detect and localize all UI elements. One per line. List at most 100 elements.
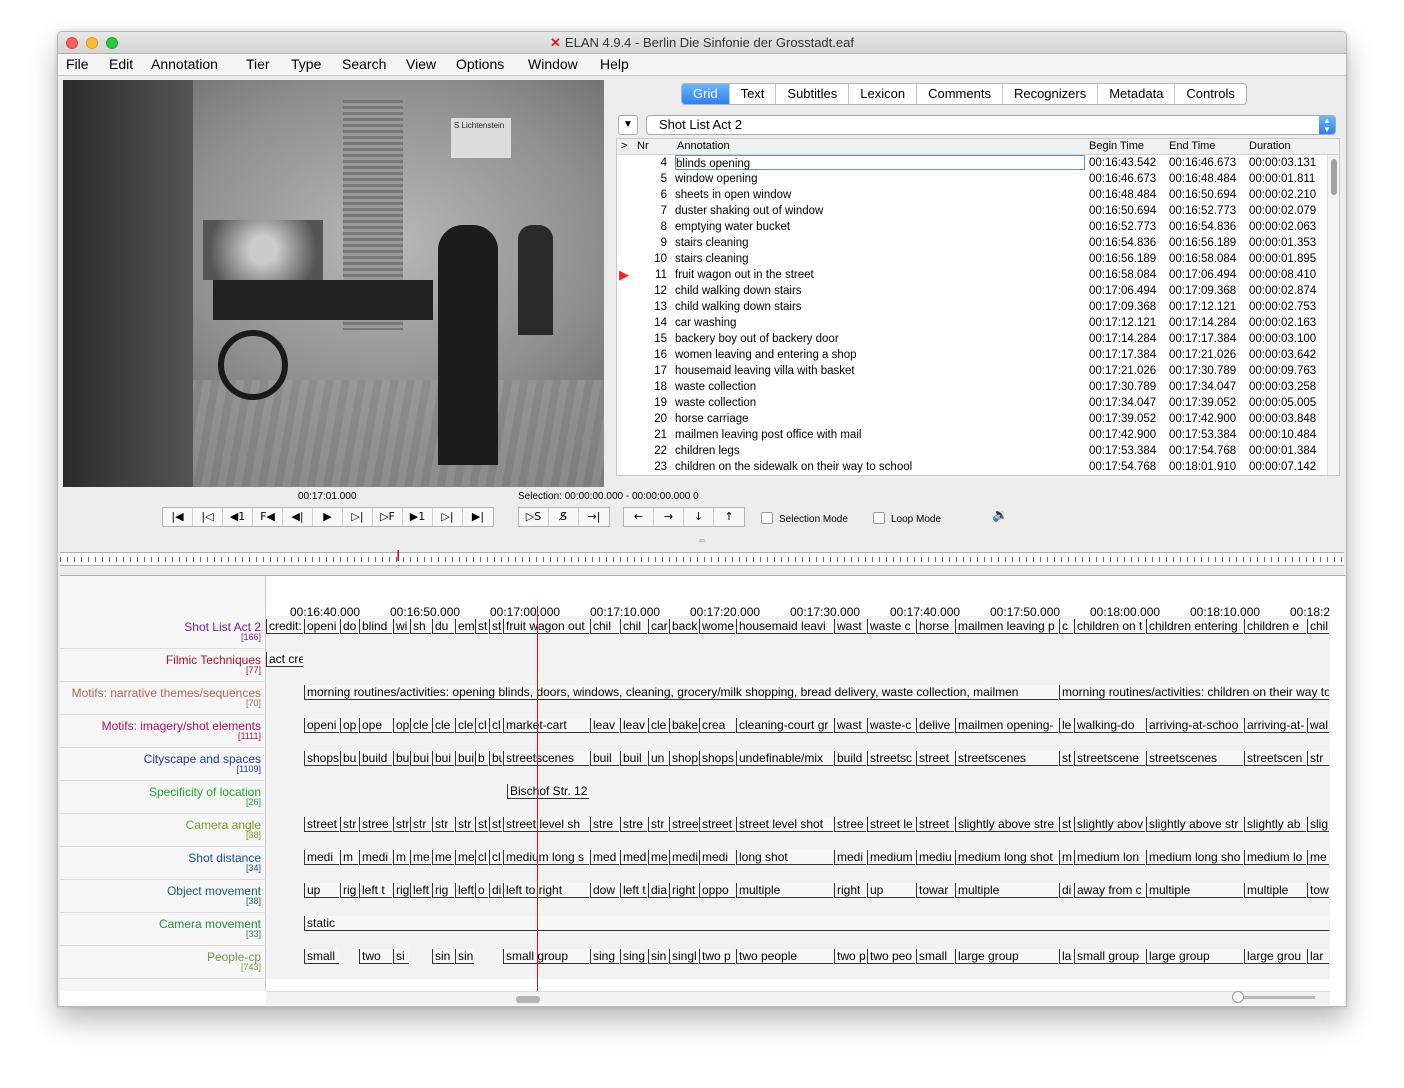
previous-frame-button[interactable]: F◀ — [253, 508, 283, 526]
annotation-segment[interactable]: slightly abov — [1074, 817, 1145, 832]
menu-annotation[interactable]: Annotation — [151, 56, 218, 72]
annotation-segment[interactable]: stre — [590, 817, 619, 832]
grid-scroll-thumb[interactable] — [1331, 159, 1337, 195]
tier-lane[interactable]: up rig left t rig left rig left o di left to righ… — [266, 880, 1330, 913]
annotation-segment[interactable]: streetscenes — [1146, 751, 1243, 766]
annotation-segment[interactable]: stree — [359, 817, 392, 832]
tab-recognizers[interactable]: Recognizers — [1003, 84, 1099, 104]
row-annotation[interactable]: children legs — [675, 443, 740, 459]
row-annotation[interactable]: backery boy out of backery door — [675, 331, 839, 347]
annotation-segment[interactable]: medi — [699, 850, 735, 865]
go-to-end-button[interactable]: ▶| — [463, 508, 493, 526]
annotation-segment[interactable]: street — [699, 817, 735, 832]
row-annotation[interactable]: emptying water bucket — [675, 219, 790, 235]
annotation-segment[interactable]: me — [1307, 850, 1329, 865]
annotation-segment[interactable]: left to right — [503, 883, 589, 898]
annotation-segment[interactable]: streetscene — [1074, 751, 1145, 766]
annotation-segment[interactable]: stree — [834, 817, 866, 832]
annotation-segment[interactable]: right — [834, 883, 866, 898]
annotation-segment[interactable]: bu — [340, 751, 358, 766]
annotation-segment[interactable]: buil — [620, 751, 647, 766]
annotation-segment[interactable]: streetsc — [867, 751, 915, 766]
row-annotation[interactable]: stairs cleaning — [675, 251, 749, 267]
annotation-segment[interactable]: market-cart — [503, 718, 589, 733]
playhead-crosshair[interactable] — [537, 606, 538, 991]
annotation-segment[interactable]: me — [410, 850, 431, 865]
annotation-segment[interactable]: medium lo — [1244, 850, 1306, 865]
annotation-segment[interactable]: m — [340, 850, 358, 865]
annotation-segment[interactable]: street — [916, 751, 954, 766]
annotation-segment[interactable]: si — [393, 949, 409, 964]
annotation-segment[interactable]: rig — [432, 883, 454, 898]
annotation-segment[interactable]: st — [1059, 817, 1073, 832]
annotation-segment[interactable]: multiple — [1244, 883, 1306, 898]
annotation-segment[interactable]: leav — [590, 718, 619, 733]
annotation-segment[interactable]: bui — [455, 751, 474, 766]
annotation-segment[interactable]: small — [916, 949, 954, 964]
annotation-segment[interactable]: wast — [834, 718, 866, 733]
annotation-segment[interactable]: street — [304, 817, 339, 832]
row-annotation[interactable]: housemaid leaving villa with basket — [675, 363, 855, 379]
col-duration-header[interactable]: Duration — [1249, 140, 1291, 152]
loop-mode-checkbox[interactable]: Loop Mode — [873, 512, 941, 525]
annotation-segment[interactable]: streetscenes — [955, 751, 1058, 766]
prev-annotation-button[interactable]: ← — [624, 508, 654, 526]
next-pixel-button[interactable]: ▷| — [343, 508, 373, 526]
tab-metadata[interactable]: Metadata — [1098, 84, 1176, 104]
annotation-segment[interactable]: fruit wagon out — [503, 619, 589, 634]
row-annotation[interactable]: sheets in open window — [675, 187, 791, 203]
annotation-segment[interactable]: chil — [620, 619, 647, 634]
tier-lane[interactable]: morning routines/activities: opening bli… — [266, 682, 1330, 715]
previous-second-button[interactable]: ◀1 — [223, 508, 253, 526]
tier-menu-button[interactable]: ▼ — [618, 115, 638, 135]
annotation-segment[interactable]: medium long s — [503, 850, 589, 865]
grid-row[interactable]: 16 women leaving and entering a shop 00:17… — [617, 347, 1327, 363]
annotation-segment[interactable]: build — [834, 751, 866, 766]
annotation-segment[interactable]: str — [1307, 751, 1329, 766]
annotation-segment[interactable]: streetscen — [1244, 751, 1306, 766]
annotation-segment[interactable]: di — [489, 883, 502, 898]
grid-row[interactable]: ▶ 11 fruit wagon out in the street 00:16:58… — [617, 267, 1327, 283]
annotation-segment[interactable]: st — [475, 619, 488, 634]
annotation-segment[interactable]: build — [359, 751, 392, 766]
row-annotation[interactable]: waste collection — [675, 379, 756, 395]
annotation-segment[interactable]: slightly above stre — [955, 817, 1058, 832]
annotation-segment[interactable]: medi — [304, 850, 339, 865]
annotation-segment[interactable]: streetscenes — [503, 751, 589, 766]
tier-lane[interactable]: medi m medi m me me me cl cl medium long s med med m… — [266, 847, 1330, 880]
annotation-segment[interactable]: left t — [359, 883, 392, 898]
annotation-segment[interactable]: med — [590, 850, 619, 865]
tier-lane[interactable]: small two si sin sin small group sing sing sin si… — [266, 946, 1330, 979]
tier-name[interactable]: Camera angle [38] — [186, 819, 261, 840]
annotation-segment[interactable]: blind — [359, 619, 392, 634]
video-player[interactable]: S Lichtenstein — [63, 80, 604, 487]
play-selection-button[interactable]: ▷S — [519, 508, 549, 526]
annotation-segment[interactable]: car — [648, 619, 668, 634]
annotation-segment[interactable]: lar — [1307, 949, 1329, 964]
annotation-segment[interactable]: two p — [834, 949, 866, 964]
grid-row[interactable]: 19 waste collection 00:17:34.047 00:17:39.0… — [617, 395, 1327, 411]
annotation-segment[interactable]: street le — [867, 817, 915, 832]
annotation-segment[interactable]: arriving-at- — [1244, 718, 1306, 733]
annotation-segment[interactable]: sin — [648, 949, 668, 964]
minimize-button[interactable] — [86, 37, 98, 49]
tier-lane[interactable]: static — [266, 913, 1330, 946]
annotation-segment[interactable]: em — [455, 619, 474, 634]
grid-row[interactable]: 10 stairs cleaning 00:16:56.189 00:16:58.08… — [617, 251, 1327, 267]
tier-name[interactable]: People-cp [743] — [207, 951, 261, 972]
annotation-segment[interactable]: me — [455, 850, 474, 865]
tier-name[interactable]: Shot List Act 2 [166] — [184, 621, 261, 642]
time-axis[interactable]: 00:16:40.000 00:16:50.000 00:17:00.000 00:1… — [266, 576, 1330, 619]
tab-lexicon[interactable]: Lexicon — [849, 84, 918, 104]
grid-row[interactable]: 20 horse carriage 00:17:39.052 00:17:42.900… — [617, 411, 1327, 427]
annotation-segment[interactable]: left — [455, 883, 474, 898]
menu-search[interactable]: Search — [342, 56, 386, 72]
annotation-segment[interactable]: cle — [455, 718, 474, 733]
previous-scrollview-button[interactable]: |◁ — [193, 508, 223, 526]
grid-row[interactable]: 17 housemaid leaving villa with basket 00:… — [617, 363, 1327, 379]
col-annotation-header[interactable]: Annotation — [677, 140, 730, 152]
annotation-segment[interactable]: sing — [590, 949, 619, 964]
tier-select[interactable]: Shot List Act 2 ▲ ▼ — [646, 115, 1336, 135]
annotation-segment[interactable]: la — [1059, 949, 1073, 964]
annotation-segment[interactable]: cle — [410, 718, 431, 733]
